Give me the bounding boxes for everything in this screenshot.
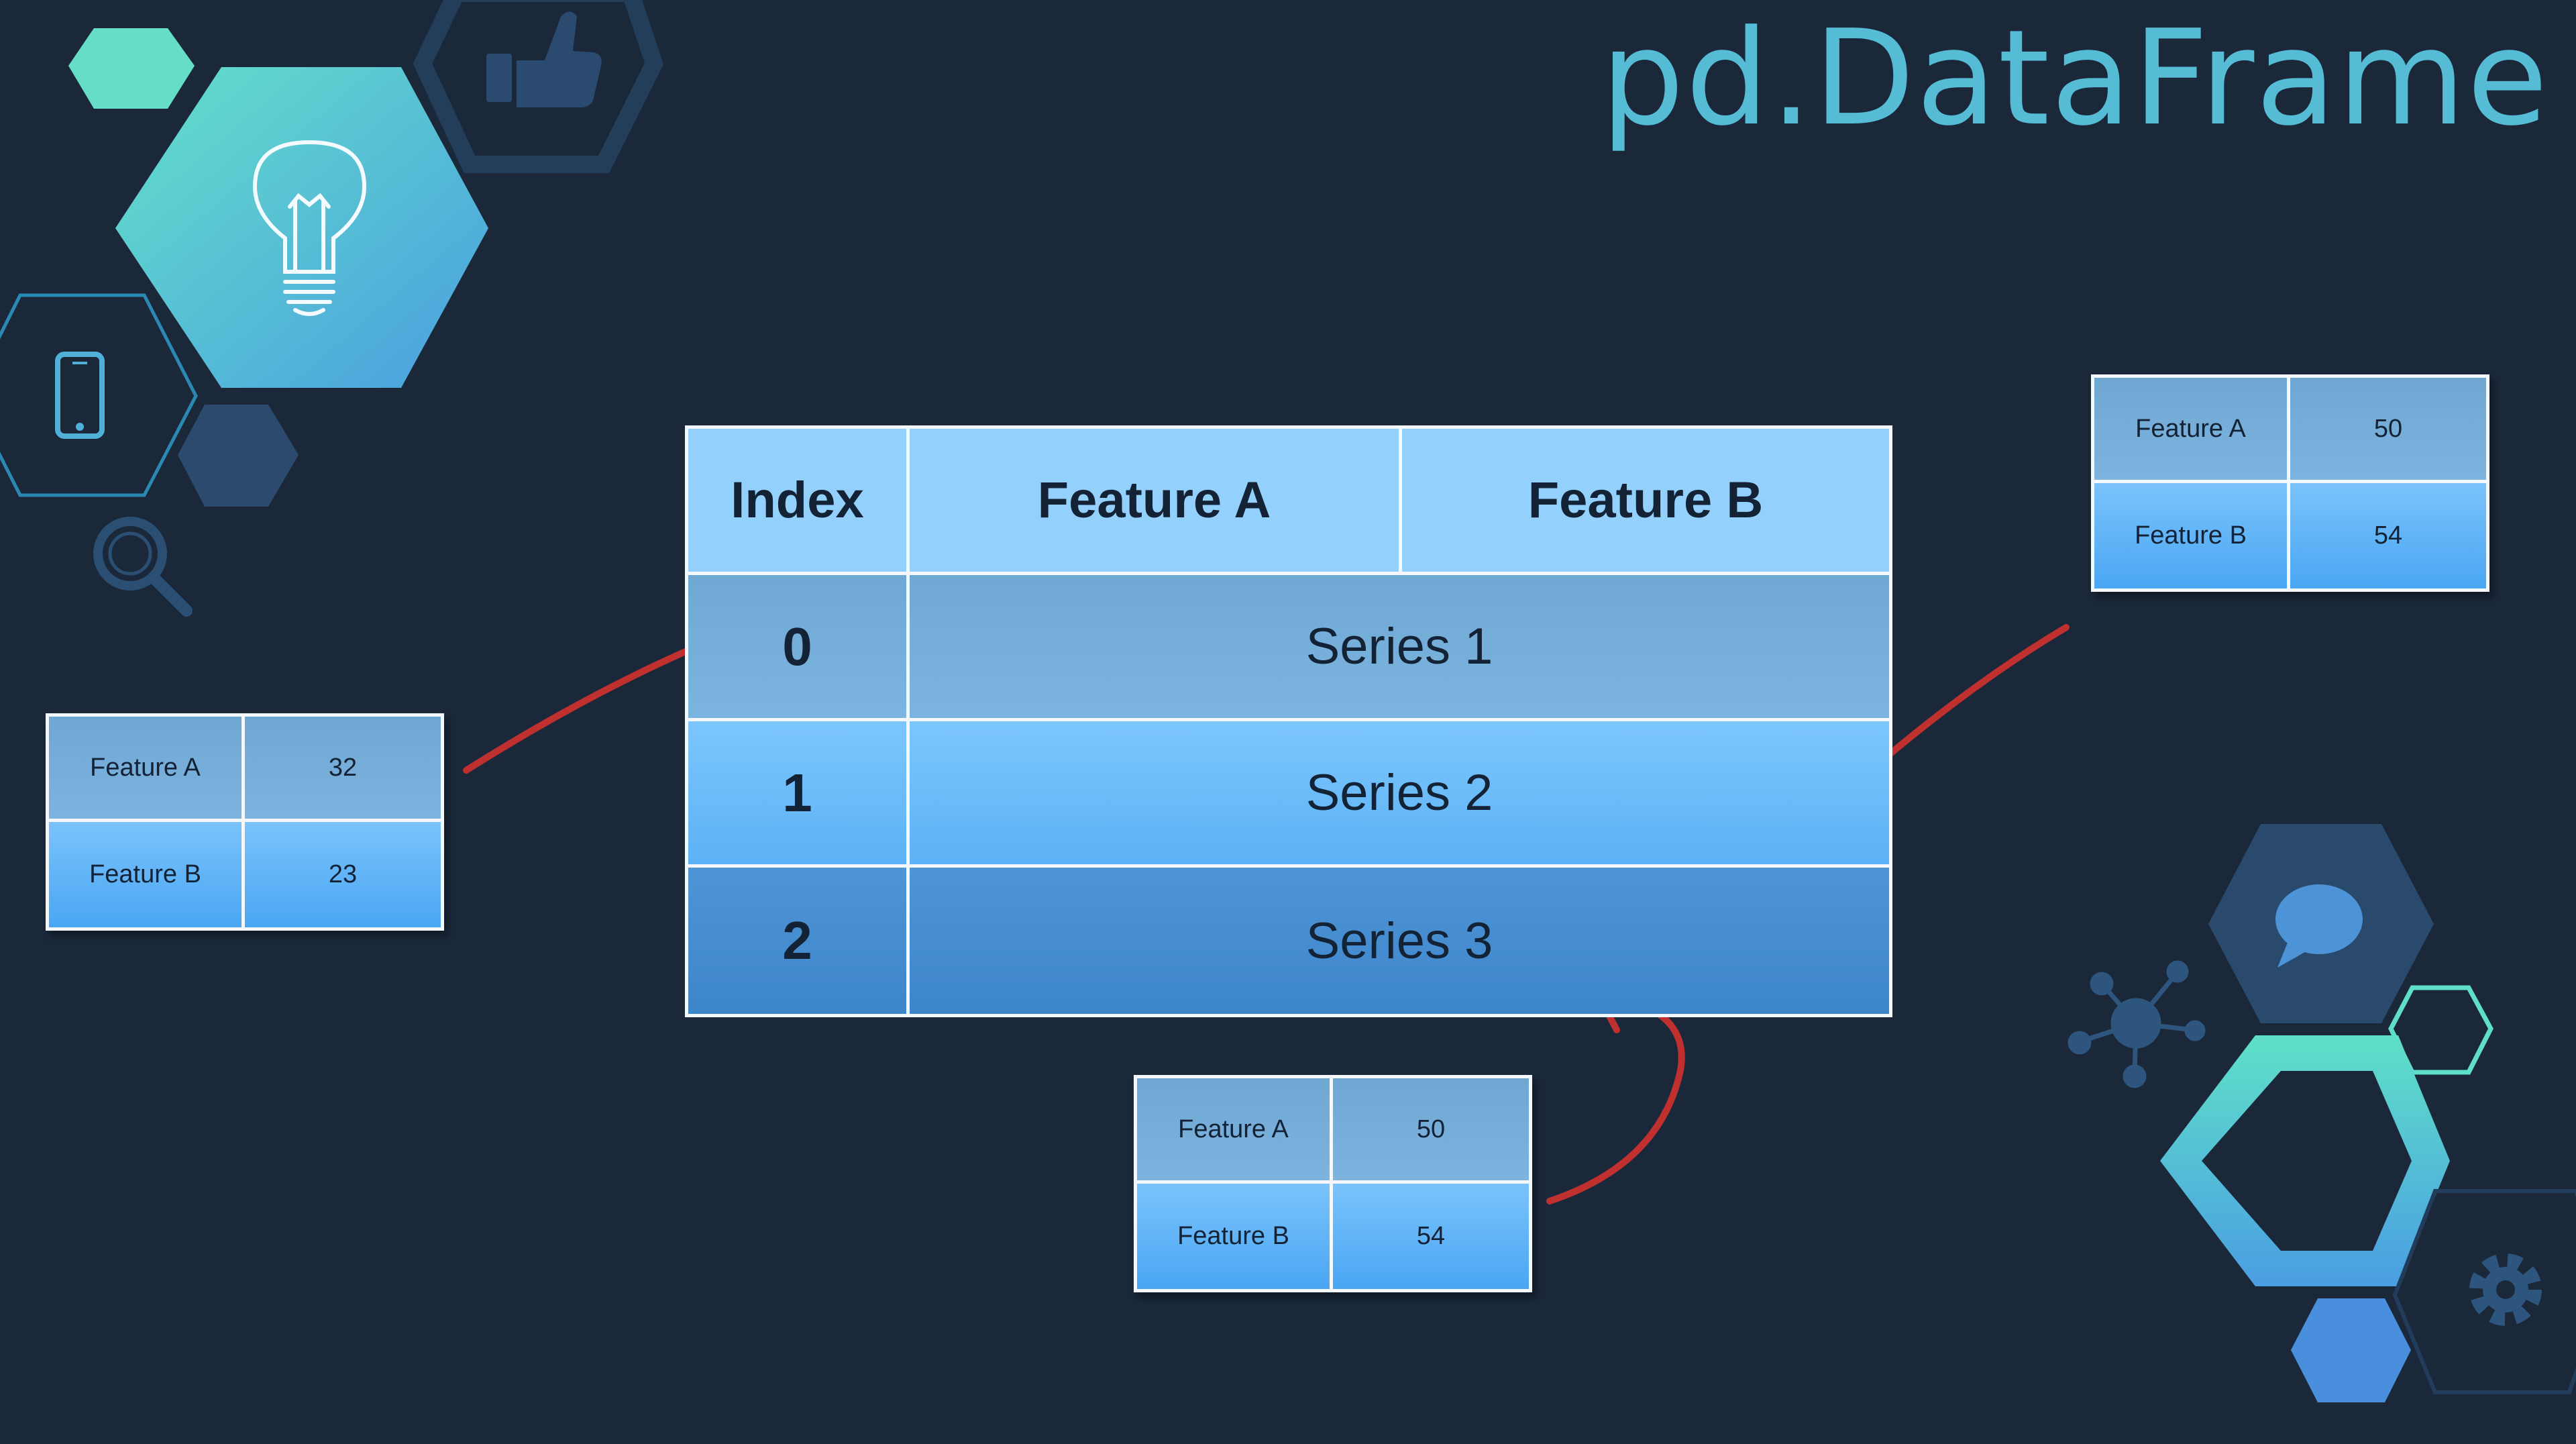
feature-b-label: Feature B (1137, 1184, 1333, 1289)
feature-table-left: Feature A 32 Feature B 23 (46, 713, 444, 931)
row-series-1: Series 1 (910, 575, 1889, 721)
feature-a-value: 32 (245, 717, 441, 822)
header-index: Index (688, 429, 910, 575)
feature-a-label: Feature A (1137, 1078, 1333, 1184)
small-teal-hexagon (68, 28, 195, 109)
dataframe-table: Index Feature A Feature B 0 Series 1 1 S… (685, 425, 1892, 1017)
lightbulb-hexagon (115, 67, 488, 388)
network-icon (2068, 960, 2206, 1088)
feature-a-value: 50 (2290, 378, 2486, 483)
feature-b-label: Feature B (2094, 483, 2290, 588)
phone-hexagon (0, 293, 198, 497)
large-gradient-hexagon-ring (2160, 1035, 2450, 1286)
page-title: pd.DataFrame (1601, 2, 2549, 155)
row-index-2: 2 (688, 868, 910, 1014)
row-index-1: 1 (688, 721, 910, 868)
row-series-3: Series 3 (910, 868, 1889, 1014)
thumbs-up-icon (486, 11, 602, 107)
feature-a-value: 50 (1333, 1078, 1529, 1184)
feature-a-label: Feature A (49, 717, 245, 822)
gear-icon (2469, 1253, 2542, 1326)
smartphone-icon (55, 352, 105, 439)
feature-b-value: 23 (245, 822, 441, 927)
feature-a-label: Feature A (2094, 378, 2290, 483)
blue-hexagon (2291, 1298, 2411, 1402)
header-feature-a: Feature A (910, 429, 1402, 575)
feature-table-bottom: Feature A 50 Feature B 54 (1134, 1075, 1532, 1292)
row-series-2: Series 2 (910, 721, 1889, 868)
feature-b-value: 54 (2290, 483, 2486, 588)
magnifier-icon (93, 517, 193, 617)
feature-b-value: 54 (1333, 1184, 1529, 1289)
dark-hexagon (178, 405, 299, 507)
arrow-left-to-row0 (463, 635, 718, 774)
row-index-0: 0 (688, 575, 910, 721)
header-feature-b: Feature B (1402, 429, 1889, 575)
feature-table-right: Feature A 50 Feature B 54 (2091, 374, 2489, 592)
feature-b-label: Feature B (49, 822, 245, 927)
